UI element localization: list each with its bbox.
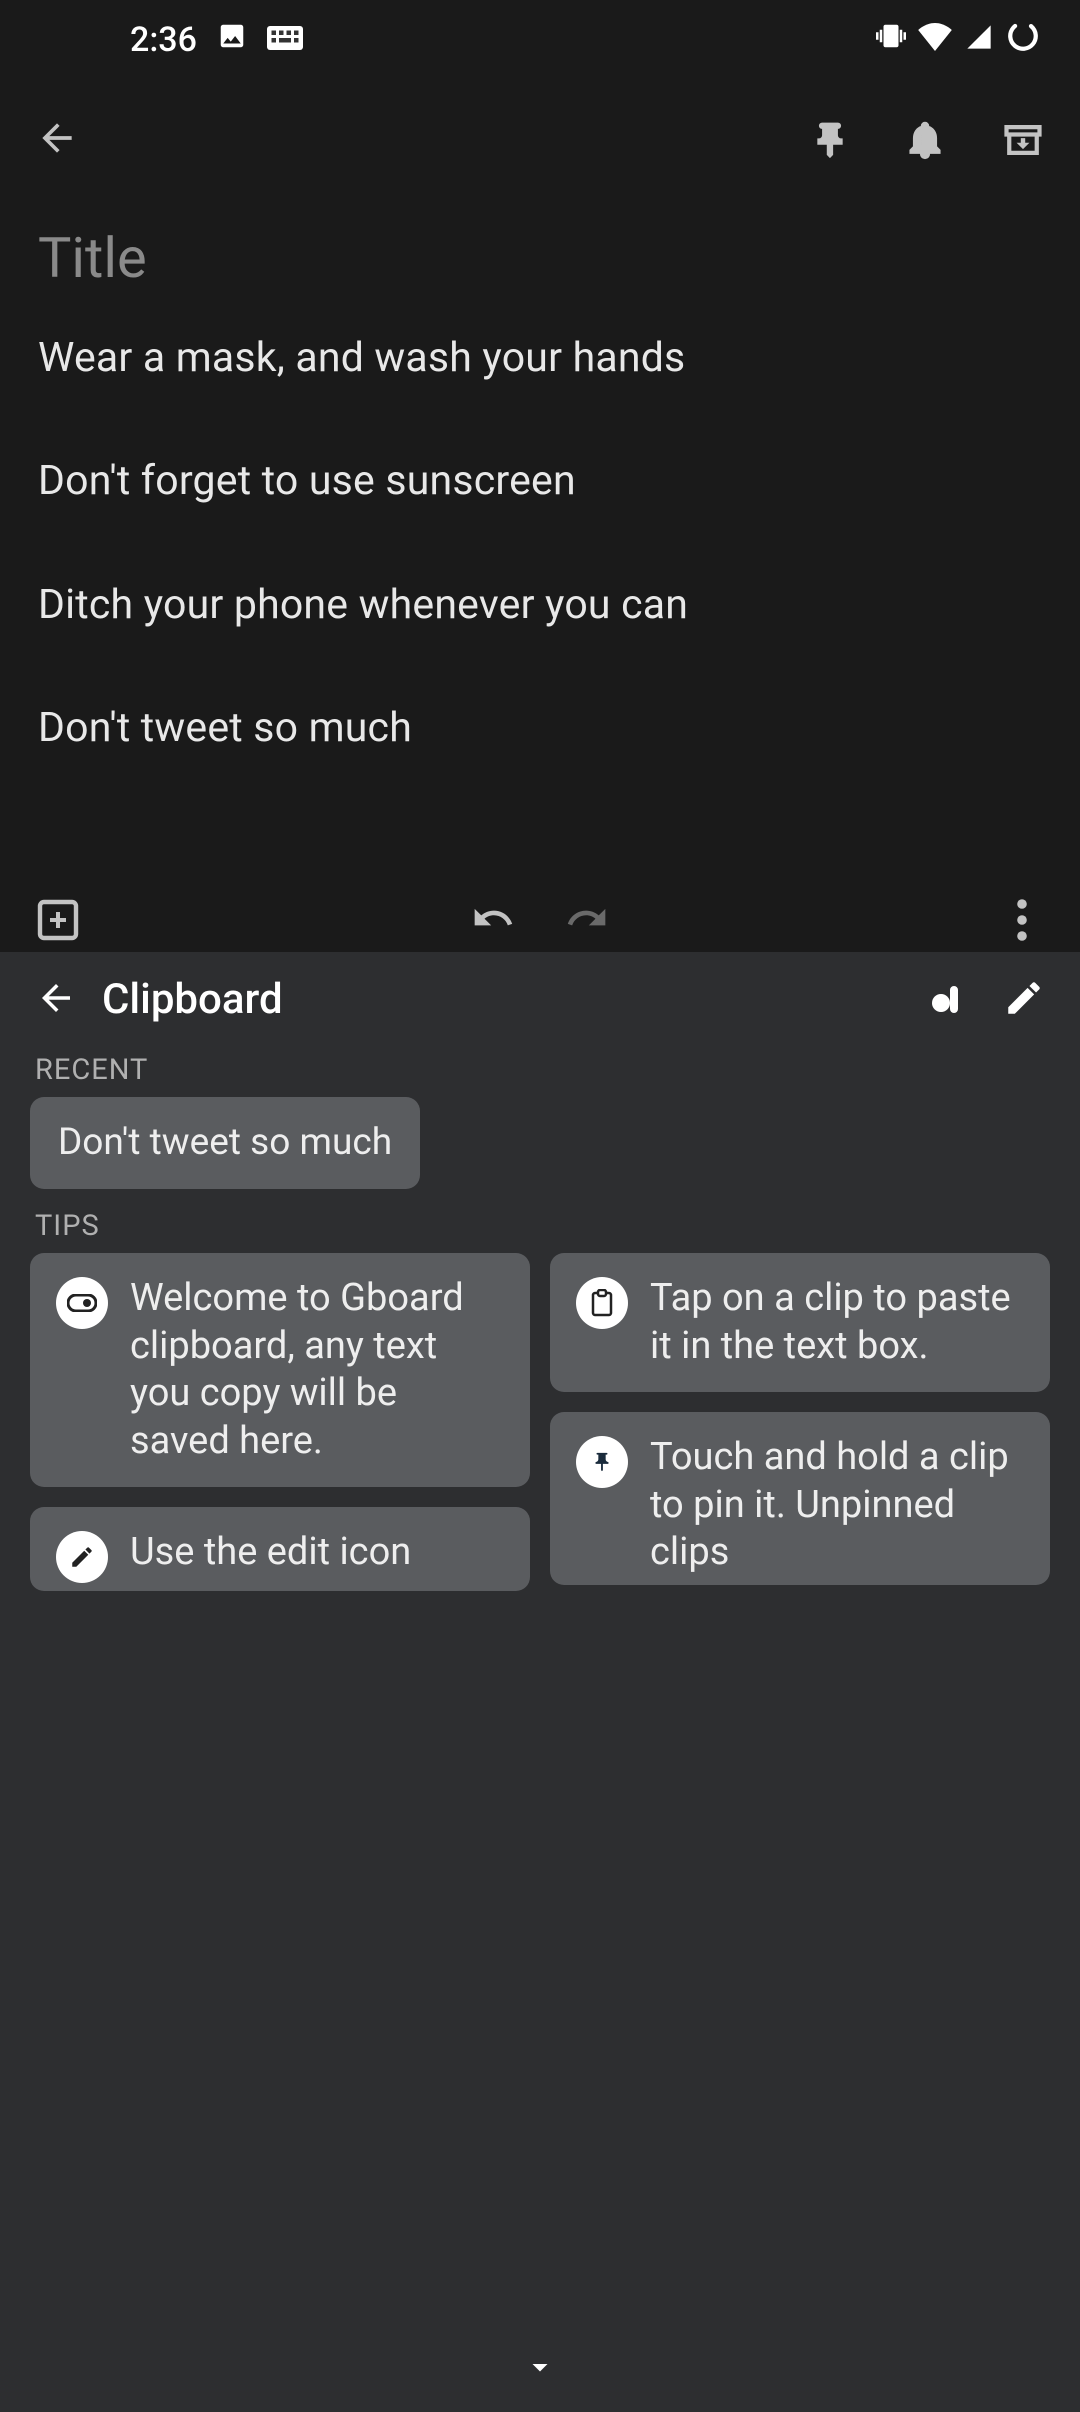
recent-clip[interactable]: Don't tweet so much [30, 1097, 420, 1189]
status-bar: 2:36 [0, 0, 1080, 80]
app-header [0, 80, 1080, 200]
redo-button [565, 896, 609, 944]
note-line[interactable]: Don't tweet so much [38, 703, 1042, 754]
image-icon [217, 20, 247, 60]
note-line[interactable]: Ditch your phone whenever you can [38, 580, 1042, 631]
pin-button[interactable] [811, 118, 849, 162]
clipboard-title: Clipboard [102, 975, 950, 1024]
tips-section-label: TIPS [0, 1207, 1080, 1253]
title-input[interactable]: Title [38, 225, 1042, 291]
pencil-icon [56, 1531, 108, 1583]
vibrate-icon [876, 20, 906, 60]
clipboard-edit-button[interactable] [1003, 977, 1045, 1023]
tip-card-paste[interactable]: Tap on a clip to paste it in the text bo… [550, 1253, 1050, 1392]
archive-button[interactable] [1001, 118, 1045, 162]
add-button[interactable] [28, 896, 88, 944]
tip-card-edit[interactable]: Use the edit icon [30, 1507, 530, 1591]
status-time: 2:36 [130, 20, 197, 60]
keyboard-clipboard-panel: Clipboard RECENT Don't tweet so much TIP… [0, 952, 1080, 2412]
tip-card-welcome[interactable]: Welcome to Gboard clipboard, any text yo… [30, 1253, 530, 1487]
clipboard-icon [576, 1277, 628, 1329]
keyboard-back-button[interactable] [35, 977, 77, 1023]
note-editor[interactable]: Title Wear a mask, and wash your hands D… [0, 200, 1080, 754]
note-line[interactable]: Don't forget to use sunscreen [38, 456, 1042, 507]
back-button[interactable] [35, 116, 79, 164]
toggle-icon [56, 1277, 108, 1329]
more-button[interactable] [992, 896, 1052, 944]
clipboard-toggle[interactable] [950, 990, 958, 1009]
wifi-icon [918, 20, 952, 60]
undo-button[interactable] [471, 896, 515, 944]
nav-collapse-button[interactable] [0, 2322, 1080, 2412]
signal-icon [964, 20, 994, 60]
recent-section-label: RECENT [0, 1047, 1080, 1097]
reminder-button[interactable] [904, 118, 946, 162]
tip-card-pin[interactable]: Touch and hold a clip to pin it. Unpinne… [550, 1412, 1050, 1585]
note-line[interactable]: Wear a mask, and wash your hands [38, 333, 1042, 384]
keyboard-icon [267, 20, 303, 60]
loading-circle-icon [1006, 19, 1040, 62]
pin-icon [576, 1436, 628, 1488]
